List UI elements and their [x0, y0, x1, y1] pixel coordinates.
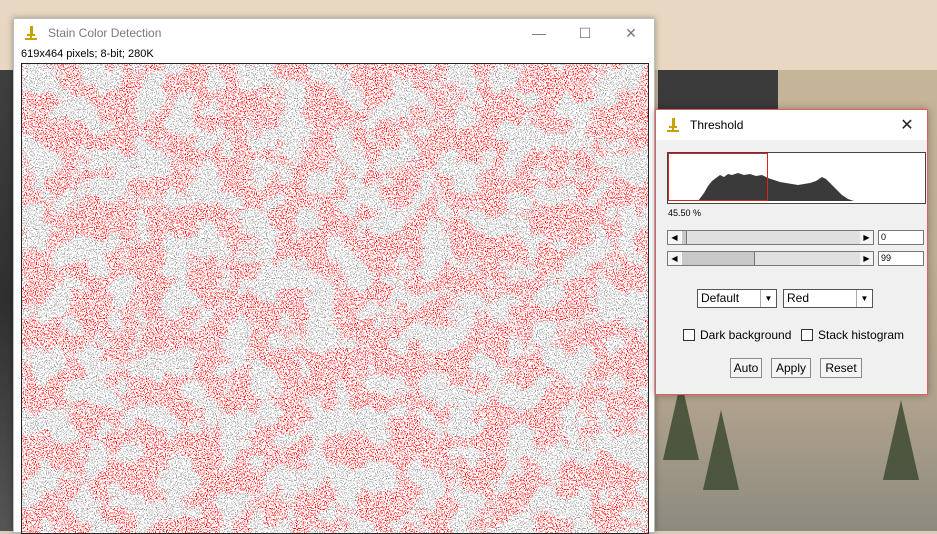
thresholded-tissue-image	[22, 64, 648, 533]
imagej-microscope-icon	[666, 117, 680, 133]
threshold-titlebar[interactable]: Threshold ✕	[656, 110, 927, 140]
tree-shape	[883, 400, 919, 480]
min-threshold-field[interactable]: 0	[878, 230, 924, 245]
close-button[interactable]: ✕	[887, 110, 927, 140]
image-canvas[interactable]	[21, 63, 649, 534]
slider-right-arrow-icon[interactable]: ▶	[860, 231, 873, 244]
image-window[interactable]: Stain Color Detection — ☐ ✕ 619x464 pixe…	[13, 18, 655, 534]
slider-right-arrow-icon[interactable]: ▶	[860, 252, 873, 265]
slider-thumb[interactable]	[681, 252, 755, 265]
slider-left-arrow-icon[interactable]: ◀	[668, 252, 681, 265]
imagej-microscope-icon	[24, 25, 38, 41]
histogram	[667, 152, 926, 204]
max-threshold-slider[interactable]: ◀ ▶	[667, 251, 874, 266]
threshold-dialog[interactable]: Threshold ✕ 45.50 % ◀ ▶ 0 ◀ ▶ 99 Default…	[655, 109, 928, 395]
maximize-button[interactable]: ☐	[562, 19, 608, 47]
slider-left-arrow-icon[interactable]: ◀	[668, 231, 681, 244]
method-select-value: Default	[701, 291, 740, 305]
min-threshold-slider[interactable]: ◀ ▶	[667, 230, 874, 245]
minimize-button[interactable]: —	[516, 19, 562, 47]
dark-background-checkbox[interactable]: Dark background	[683, 328, 791, 342]
histogram-selection	[668, 153, 768, 201]
display-select-value: Red	[787, 291, 810, 305]
max-threshold-field[interactable]: 99	[878, 251, 924, 266]
checkbox-box[interactable]	[801, 329, 813, 341]
checkbox-box[interactable]	[683, 329, 695, 341]
reset-button[interactable]: Reset	[820, 358, 862, 378]
auto-button[interactable]: Auto	[730, 358, 762, 378]
chevron-down-icon: ▼	[760, 290, 776, 307]
stack-histogram-checkbox[interactable]: Stack histogram	[801, 328, 904, 342]
close-button[interactable]: ✕	[608, 19, 654, 47]
slider-thumb[interactable]	[681, 231, 687, 244]
apply-button[interactable]: Apply	[771, 358, 811, 378]
tree-shape	[703, 410, 739, 490]
threshold-title: Threshold	[690, 118, 744, 132]
image-window-titlebar[interactable]: Stain Color Detection — ☐ ✕	[14, 19, 654, 47]
display-select[interactable]: Red ▼	[783, 289, 873, 308]
image-window-title: Stain Color Detection	[48, 26, 162, 40]
method-select[interactable]: Default ▼	[697, 289, 777, 308]
chevron-down-icon: ▼	[856, 290, 872, 307]
dark-background-label: Dark background	[700, 328, 792, 342]
stack-histogram-label: Stack histogram	[818, 328, 905, 342]
threshold-percent: 45.50 %	[668, 208, 702, 218]
image-info: 619x464 pixels; 8-bit; 280K	[21, 48, 154, 60]
